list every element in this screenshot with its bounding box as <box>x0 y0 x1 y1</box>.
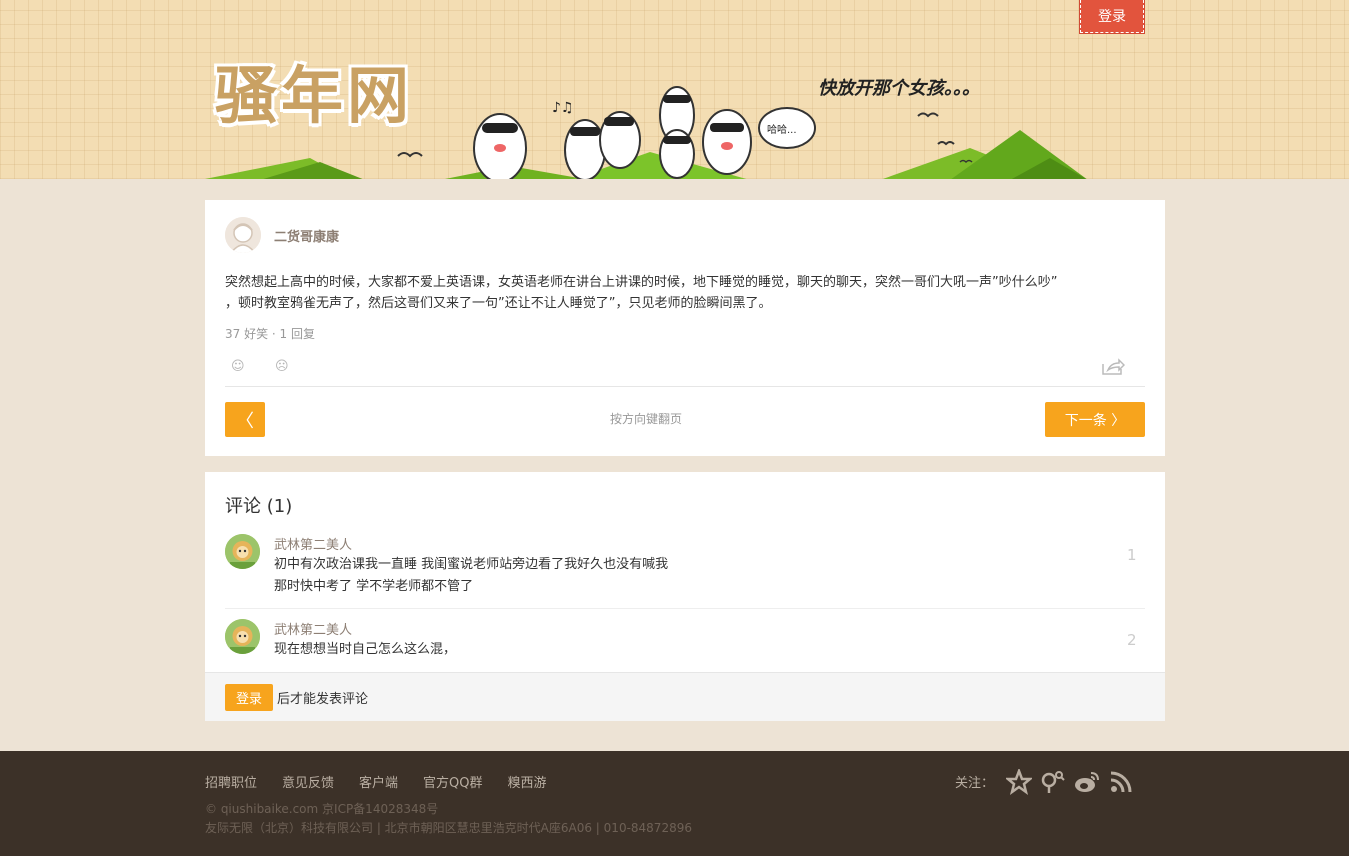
share-icon[interactable] <box>1101 358 1125 376</box>
commenter-avatar-icon <box>225 534 260 569</box>
comment-item: 武林第二美人 现在想想当时自己怎么这么混， 2 <box>225 619 1145 664</box>
comment-floor-number: 1 <box>1127 546 1137 564</box>
post-stats: 37 好笑 · 1 回复 <box>225 327 315 341</box>
follow-label: 关注： <box>955 776 995 791</box>
comment-text-line: 那时快中考了 学不学老师都不管了 <box>274 579 474 594</box>
comment-text: 初中有次政治课我一直睡 我闺蜜说老师站旁边看了我好久也没有喊我 那时快中考了 学… <box>274 554 1094 598</box>
comment-login-button[interactable]: 登录 <box>225 684 273 711</box>
footer-copyright: © qiushibaike.com 京ICP备14028348号 <box>205 802 439 816</box>
footer-company-info: 友际无限（北京）科技有限公司 | 北京市朝阳区慧忠里浩克时代A座6A06 | 0… <box>205 821 692 835</box>
footer-link-game[interactable]: 糗西游 <box>508 772 547 791</box>
header-slogan: 快放开那个女孩。。。 <box>818 78 980 99</box>
site-header: 骚年网 ♪♫ 哈哈... 快放开那个女孩。。。 登录 <box>0 0 1349 179</box>
avatar[interactable] <box>225 619 260 654</box>
prev-button[interactable]: 〈 <box>225 402 265 437</box>
divider <box>225 386 1145 387</box>
commenter-avatar-icon <box>225 619 260 654</box>
comment-item: 武林第二美人 初中有次政治课我一直睡 我闺蜜说老师站旁边看了我好久也没有喊我 那… <box>225 534 1145 594</box>
footer-link-qq-group[interactable]: 官方QQ群 <box>423 772 482 791</box>
commenter-name[interactable]: 武林第二美人 <box>274 619 352 638</box>
weibo-icon[interactable] <box>1074 769 1100 795</box>
star-icon[interactable] <box>1006 769 1032 795</box>
comment-text: 现在想想当时自己怎么这么混， <box>274 639 1094 661</box>
divider <box>225 608 1145 609</box>
site-footer: 招聘职位 意见反馈 客户端 官方QQ群 糗西游 © qiushibaike.co… <box>0 751 1349 856</box>
comment-login-bar: 登录 后才能发表评论 <box>205 672 1165 721</box>
footer-link-client[interactable]: 客户端 <box>359 772 398 791</box>
comment-text-line: 现在想想当时自己怎么这么混， <box>274 642 457 657</box>
footer-link-jobs[interactable]: 招聘职位 <box>205 772 257 791</box>
nav-hint: 按方向键翻页 <box>610 412 683 426</box>
post-author-name[interactable]: 二货哥康康 <box>274 226 339 245</box>
avatar[interactable] <box>225 217 261 253</box>
default-avatar-icon <box>225 217 261 253</box>
comment-floor-number: 2 <box>1127 631 1137 649</box>
svg-text:哈哈...: 哈哈... <box>767 123 797 136</box>
post-content-line: ，顿时教室鸦雀无声了，然后这哥们又来了一句”还让不让人睡觉了”，只见老师的脸瞬间… <box>225 296 772 311</box>
rss-icon[interactable] <box>1108 769 1134 795</box>
comment-login-hint: 后才能发表评论 <box>277 692 369 707</box>
vote-down-icon[interactable]: ☹ <box>275 359 289 374</box>
post-content-line: 突然想起上高中的时候，大家都不爱上英语课，女英语老师在讲台上讲课的时候，地下睡觉… <box>225 275 1058 290</box>
next-button[interactable]: 下一条 〉 <box>1045 402 1145 437</box>
login-button[interactable]: 登录 <box>1079 0 1145 34</box>
footer-links: 招聘职位 意见反馈 客户端 官方QQ群 糗西游 <box>205 772 547 791</box>
qq-space-icon[interactable] <box>1040 769 1066 795</box>
avatar[interactable] <box>225 534 260 569</box>
post-content: 突然想起上高中的时候，大家都不爱上英语课，女英语老师在讲台上讲课的时候，地下睡觉… <box>225 272 1145 314</box>
post-card: 二货哥康康 突然想起上高中的时候，大家都不爱上英语课，女英语老师在讲台上讲课的时… <box>205 200 1165 456</box>
comments-title: 评论 (1) <box>225 496 293 517</box>
commenter-name[interactable]: 武林第二美人 <box>274 534 352 553</box>
vote-up-icon[interactable]: ☺ <box>231 359 245 374</box>
svg-text:♪♫: ♪♫ <box>552 100 574 116</box>
comment-text-line: 初中有次政治课我一直睡 我闺蜜说老师站旁边看了我好久也没有喊我 <box>274 557 669 572</box>
comments-card: 评论 (1) 武林第二美人 初中有次政治课我一直睡 我闺蜜说老师站旁边看了我好久… <box>205 472 1165 721</box>
footer-link-feedback[interactable]: 意见反馈 <box>282 772 334 791</box>
